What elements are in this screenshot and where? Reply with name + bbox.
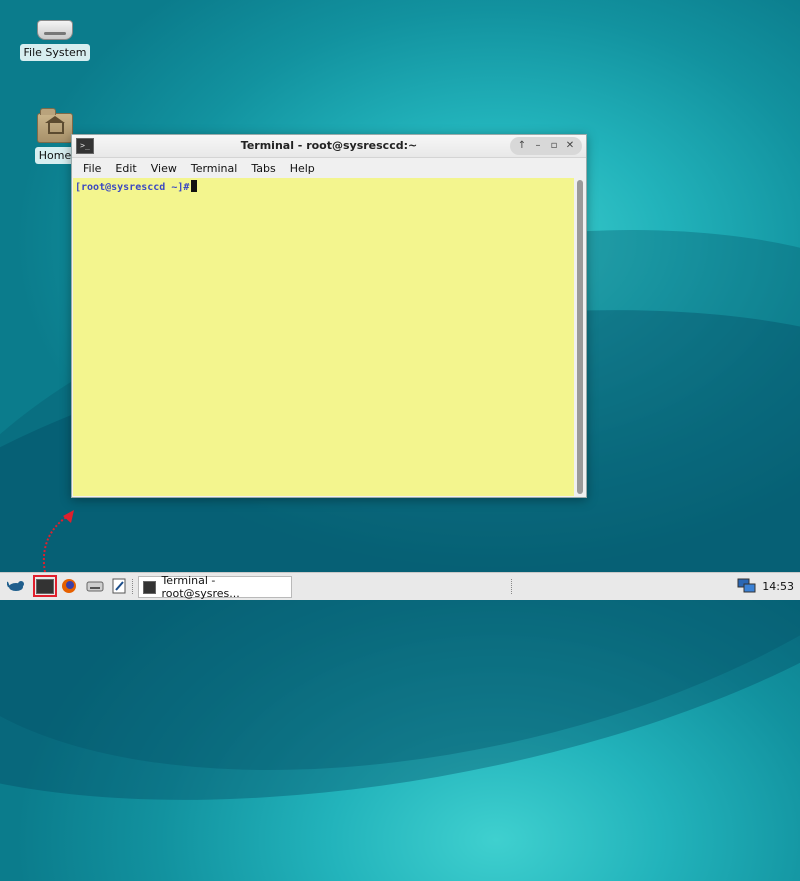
menubar: File Edit View Terminal Tabs Help: [72, 158, 586, 178]
xfce-mouse-icon: [7, 581, 24, 591]
task-label: Terminal - root@sysres...: [161, 574, 240, 600]
menu-help[interactable]: Help: [283, 162, 322, 175]
editor-launcher[interactable]: [108, 576, 130, 596]
taskbar-separator: [511, 579, 514, 594]
minimize-button[interactable]: –: [530, 137, 546, 155]
taskbar-separator: [132, 579, 135, 594]
menu-file[interactable]: File: [76, 162, 108, 175]
text-editor-icon: [112, 578, 126, 594]
menu-terminal[interactable]: Terminal: [184, 162, 245, 175]
clock[interactable]: 14:53: [762, 580, 794, 593]
drive-manager-icon: [86, 581, 104, 592]
desktop-icon-file-system[interactable]: File System: [15, 20, 95, 61]
vertical-scrollbar[interactable]: [574, 178, 586, 496]
terminal-area[interactable]: [root@sysresccd ~]#: [73, 178, 574, 496]
task-button-terminal[interactable]: Terminal - root@sysres...: [138, 574, 292, 600]
maximize-button[interactable]: ▫: [546, 137, 562, 155]
firefox-icon: [62, 579, 76, 593]
home-folder-icon: [37, 108, 73, 143]
window-controls: ↑ – ▫ ✕: [510, 137, 582, 155]
annotation-highlight-box: [33, 575, 57, 597]
terminal-icon: [143, 580, 157, 594]
disk-launcher[interactable]: [84, 576, 106, 596]
terminal-window: >_ Terminal - root@sysresccd:~ ↑ – ▫ ✕ F…: [71, 134, 587, 498]
menu-view[interactable]: View: [144, 162, 184, 175]
desktop-icon-label: Home: [34, 147, 76, 164]
whisker-menu-button[interactable]: [5, 576, 27, 596]
menu-edit[interactable]: Edit: [108, 162, 143, 175]
desktop-icon-label: File System: [19, 44, 91, 61]
scrollbar-thumb[interactable]: [577, 180, 583, 494]
drive-icon: [37, 20, 73, 40]
taskbar: Terminal - root@sysres... 14:53: [0, 572, 800, 600]
close-button[interactable]: ✕: [562, 137, 578, 155]
network-indicator[interactable]: [736, 576, 758, 596]
window-title: Terminal - root@sysresccd:~: [240, 139, 418, 152]
shade-button[interactable]: ↑: [514, 137, 530, 155]
firefox-launcher[interactable]: [58, 576, 80, 596]
window-titlebar[interactable]: >_ Terminal - root@sysresccd:~ ↑ – ▫ ✕: [72, 135, 586, 158]
menu-tabs[interactable]: Tabs: [244, 162, 282, 175]
text-cursor: [191, 180, 198, 192]
network-icon: [737, 578, 756, 593]
shell-prompt: [root@sysresccd ~]#: [75, 182, 190, 193]
